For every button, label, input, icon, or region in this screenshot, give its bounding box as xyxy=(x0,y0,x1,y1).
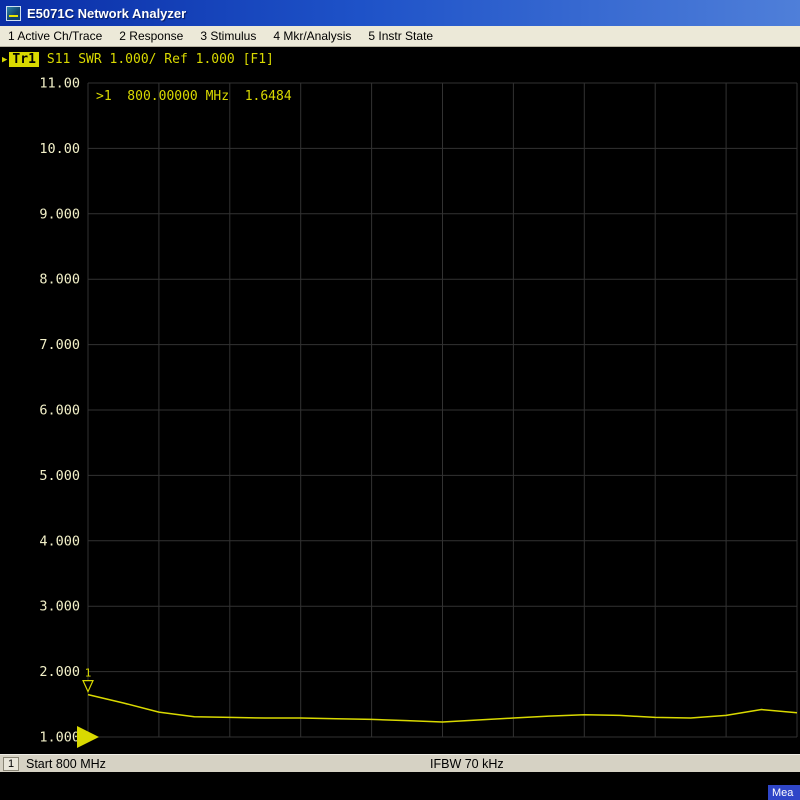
channel-status-bar: 1 Start 800 MHz IFBW 70 kHz xyxy=(0,754,800,772)
trace-status-line: ▶ Tr1 S11 SWR 1.000/ Ref 1.000 [F1] xyxy=(2,52,274,67)
titlebar[interactable]: E5071C Network Analyzer xyxy=(0,0,800,26)
graph-plot: 11.00 10.00 9.000 8.000 7.000 6.000 5.000 4.000… xyxy=(0,47,800,754)
instrument-screen: 11.00 10.00 9.000 8.000 7.000 6.000 5.000 4.000… xyxy=(0,47,800,754)
y-tick-label: 10.00 xyxy=(39,141,80,157)
menu-item-active-ch-trace[interactable]: 1 Active Ch/Trace xyxy=(8,29,102,43)
marker-1-number: 1 xyxy=(85,667,92,680)
menu-item-instr-state[interactable]: 5 Instr State xyxy=(368,29,433,43)
trace1-settings: S11 SWR 1.000/ Ref 1.000 [F1] xyxy=(47,52,274,67)
ifbw-label: IFBW 70 kHz xyxy=(430,757,504,771)
y-tick-label: 11.00 xyxy=(39,76,80,92)
measurement-status-badge: Mea xyxy=(768,785,800,800)
menu-item-stimulus[interactable]: 3 Stimulus xyxy=(200,29,256,43)
y-tick-label: 2.000 xyxy=(39,664,80,680)
trace1-label[interactable]: Tr1 xyxy=(9,52,38,67)
menu-item-response[interactable]: 2 Response xyxy=(119,29,183,43)
menubar: 1 Active Ch/Trace 2 Response 3 Stimulus … xyxy=(0,26,800,47)
menu-item-mkr-analysis[interactable]: 4 Mkr/Analysis xyxy=(273,29,351,43)
instrument-status-bar: Mea xyxy=(0,772,800,800)
y-tick-label: 7.000 xyxy=(39,337,80,353)
marker-1-icon xyxy=(83,681,93,692)
sweep-start-label: Start 800 MHz xyxy=(26,757,106,771)
y-tick-label: 5.000 xyxy=(39,468,80,484)
y-tick-label: 8.000 xyxy=(39,272,80,288)
window-title: E5071C Network Analyzer xyxy=(27,6,186,21)
active-trace-arrow-icon: ▶ xyxy=(2,55,7,65)
y-tick-label: 9.000 xyxy=(39,206,80,222)
channel-number-badge: 1 xyxy=(3,757,19,771)
y-tick-label: 6.000 xyxy=(39,403,80,419)
app-icon xyxy=(6,6,21,21)
y-tick-label: 1.000 xyxy=(39,730,80,746)
y-tick-label: 4.000 xyxy=(39,533,80,549)
y-tick-label: 3.000 xyxy=(39,599,80,615)
app-window: E5071C Network Analyzer 1 Active Ch/Trac… xyxy=(0,0,800,800)
marker-readout: >1 800.00000 MHz 1.6484 xyxy=(96,89,292,104)
